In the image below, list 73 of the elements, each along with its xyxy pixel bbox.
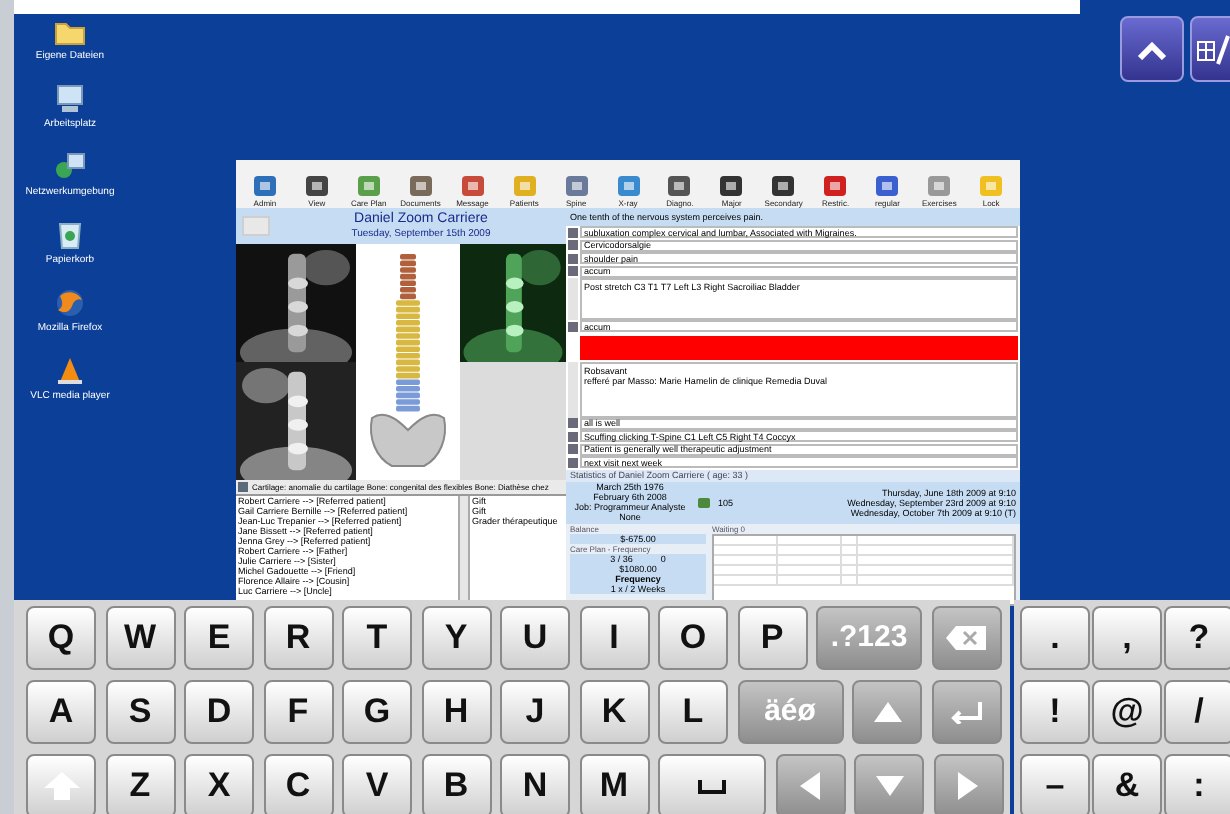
tile-icon (822, 174, 849, 198)
key[interactable]: J (500, 680, 570, 744)
tile-icon (251, 174, 278, 198)
chevron-up-icon (1136, 39, 1168, 59)
key[interactable]: S (105, 680, 175, 744)
key[interactable]: T (342, 606, 412, 670)
key[interactable]: W (105, 606, 175, 670)
key[interactable]: I (579, 606, 649, 670)
key[interactable] (658, 754, 766, 814)
tile-icon (563, 174, 590, 198)
key[interactable]: , (1092, 606, 1162, 670)
tile-icon (926, 174, 953, 198)
tile-icon (978, 174, 1005, 198)
key[interactable]: V (342, 754, 412, 814)
globe-icon (53, 288, 86, 318)
arrow-up-icon (873, 702, 901, 722)
arrow-left-icon (800, 772, 820, 800)
key[interactable]: K (579, 680, 649, 744)
tile-icon (770, 174, 797, 198)
key[interactable]: . (1020, 606, 1090, 670)
shift-icon (43, 772, 79, 800)
key[interactable]: ! (1020, 680, 1090, 744)
key[interactable]: N (500, 754, 570, 814)
tile-icon (407, 174, 434, 198)
key[interactable]: & (1092, 754, 1162, 814)
key[interactable]: ? (1164, 606, 1230, 670)
backspace-icon (944, 624, 988, 652)
tile-icon (666, 174, 693, 198)
key[interactable]: E (184, 606, 254, 670)
computer-icon (54, 84, 86, 114)
key[interactable]: R (263, 606, 333, 670)
key[interactable]: G (342, 680, 412, 744)
side-strip (568, 361, 578, 417)
cone-icon (54, 356, 86, 386)
key[interactable]: / (1164, 680, 1230, 744)
arrow-right-icon (958, 772, 978, 800)
key[interactable]: B (421, 754, 491, 814)
tile-icon (511, 174, 538, 198)
arrow-down-icon (875, 776, 903, 796)
tile-icon (459, 174, 486, 198)
tile-icon (718, 174, 745, 198)
key[interactable]: L (658, 680, 728, 744)
key[interactable]: Q (26, 606, 96, 670)
key[interactable]: X (184, 754, 254, 814)
side-strip (568, 278, 578, 320)
key[interactable]: C (263, 754, 333, 814)
network-icon (54, 152, 86, 182)
key[interactable]: M (579, 754, 649, 814)
key[interactable]: Z (105, 754, 175, 814)
bag-icon (698, 497, 710, 507)
tile-icon (874, 174, 901, 198)
key[interactable]: U (500, 606, 570, 670)
key[interactable]: D (184, 680, 254, 744)
tile-icon (303, 174, 330, 198)
key[interactable]: A (26, 680, 96, 744)
key[interactable]: @ (1092, 680, 1162, 744)
collapse-button[interactable] (1120, 16, 1184, 82)
grid-slash-icon (1196, 33, 1230, 65)
key[interactable]: O (658, 606, 728, 670)
photo-frame (242, 216, 270, 236)
key[interactable]: – (1020, 754, 1090, 814)
tile-icon (615, 174, 642, 198)
tile-icon (355, 174, 382, 198)
space-icon (698, 779, 726, 793)
key[interactable]: : (1164, 754, 1230, 814)
key[interactable]: H (421, 680, 491, 744)
square-icon (568, 321, 578, 332)
trash-icon (54, 220, 86, 250)
key[interactable]: P (737, 606, 807, 670)
enter-icon (948, 700, 984, 724)
tag-icon (238, 482, 248, 492)
key[interactable]: F (263, 680, 333, 744)
key[interactable]: Y (421, 606, 491, 670)
